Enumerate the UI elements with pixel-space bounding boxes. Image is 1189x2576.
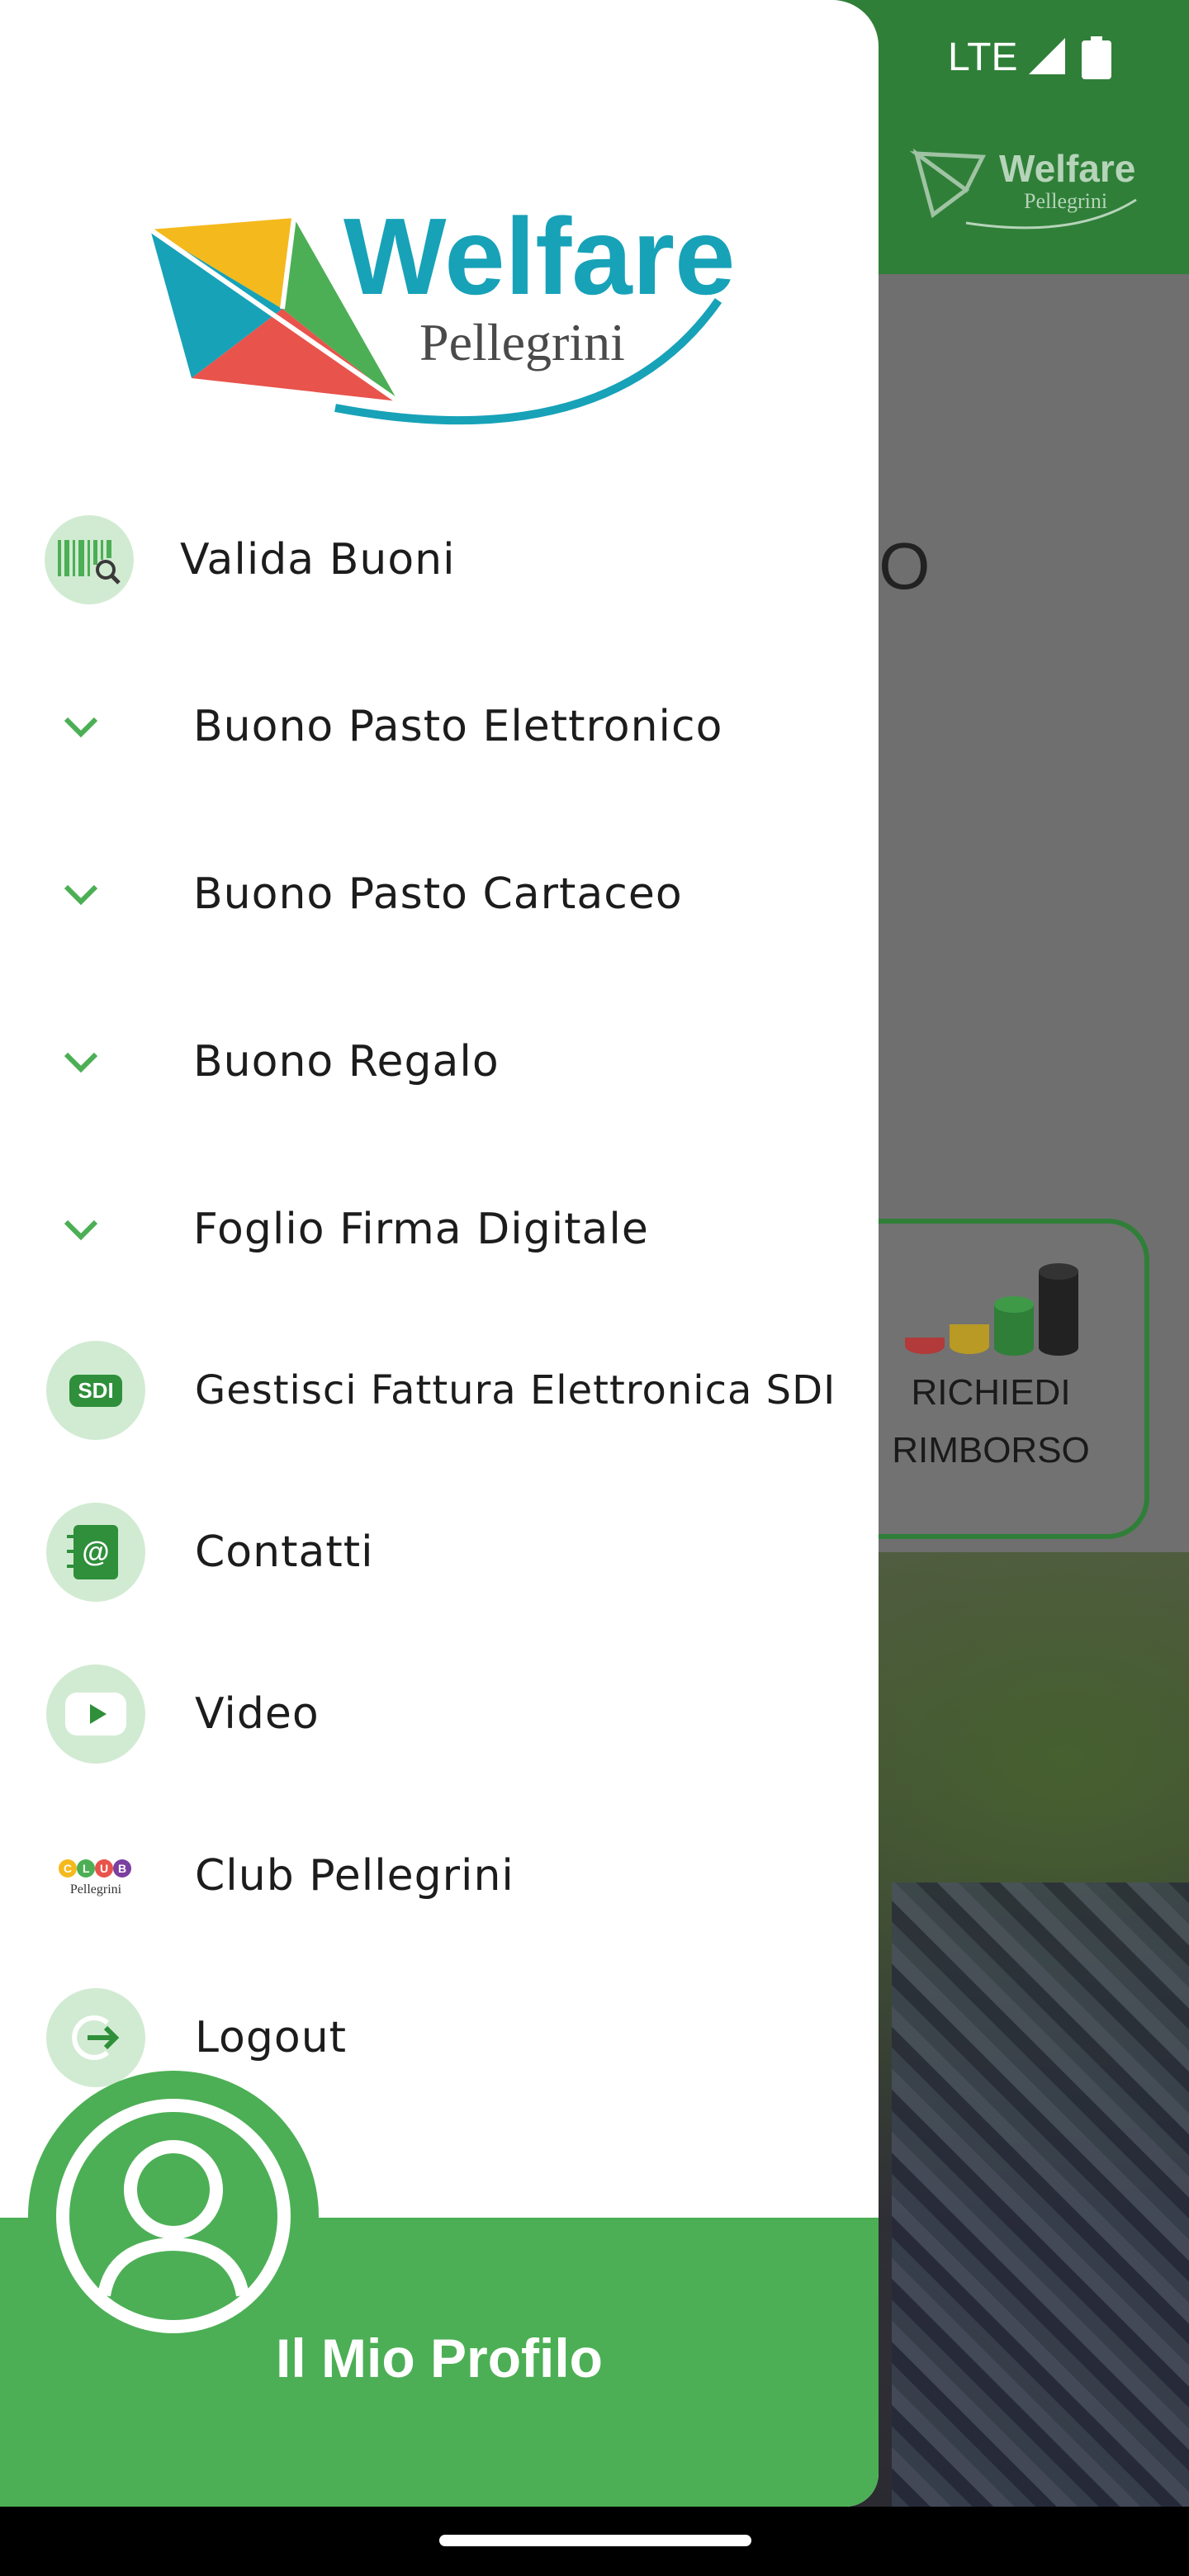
- menu-item-buono-pasto-cartaceo[interactable]: Buono Pasto Cartaceo: [0, 820, 879, 968]
- sdi-icon-text: SDI: [69, 1374, 122, 1407]
- menu-label: Valida Buoni: [180, 535, 456, 585]
- logo-subtitle: Pellegrini: [419, 313, 625, 372]
- sdi-icon: SDI: [46, 1341, 145, 1440]
- menu-item-club-pellegrini[interactable]: CLUB Pellegrini Club Pellegrini: [0, 1802, 879, 1950]
- menu-item-video[interactable]: Video: [0, 1640, 879, 1788]
- club-logo-text: Pellegrini: [69, 1882, 122, 1896]
- chevron-down-icon: [58, 871, 104, 917]
- menu-label: Buono Pasto Cartaceo: [193, 869, 683, 919]
- barcode-search-icon: [45, 515, 134, 604]
- coins-icon: [905, 1263, 1078, 1356]
- navigation-drawer: Welfare Pellegrini Valida Buoni Buono Pa…: [0, 0, 879, 2507]
- chevron-down-icon: [58, 1206, 104, 1252]
- chevron-down-icon: [58, 703, 104, 750]
- profile-label[interactable]: Il Mio Profilo: [0, 2327, 879, 2389]
- contact-book-icon: @: [46, 1503, 145, 1602]
- network-type: LTE: [948, 36, 1018, 79]
- menu-item-valida-buoni[interactable]: Valida Buoni: [0, 485, 879, 634]
- welfare-pellegrini-logo: Welfare Pellegrini: [149, 201, 735, 425]
- menu-label: Buono Pasto Elettronico: [193, 702, 723, 751]
- background-logo: Welfare Pellegrini: [909, 147, 1137, 230]
- menu-item-foglio-firma-digitale[interactable]: Foglio Firma Digitale: [0, 1155, 879, 1304]
- menu-label: Video: [195, 1689, 320, 1739]
- menu-item-buono-pasto-elettronico[interactable]: Buono Pasto Elettronico: [0, 652, 879, 801]
- logout-icon: [46, 1988, 145, 2087]
- menu-item-gestisci-fattura-sdi[interactable]: SDI Gestisci Fattura Elettronica SDI: [0, 1316, 879, 1465]
- chevron-down-icon: [58, 1039, 104, 1085]
- menu-label: Buono Regalo: [193, 1037, 500, 1087]
- battery-icon: [1082, 36, 1111, 79]
- card-label-line2: RIMBORSO: [892, 1430, 1090, 1470]
- background-logo-subtitle: Pellegrini: [1024, 189, 1107, 213]
- club-pellegrini-logo: CLUB Pellegrini: [46, 1826, 145, 1925]
- menu-item-contatti[interactable]: @ Contatti: [0, 1478, 879, 1627]
- menu-label: Club Pellegrini: [195, 1851, 514, 1901]
- menu-label: Logout: [195, 2013, 348, 2062]
- at-symbol: @: [82, 1536, 110, 1568]
- home-gesture-handle[interactable]: [439, 2535, 751, 2546]
- card-label-line1: RICHIEDI: [911, 1372, 1071, 1413]
- signal-icon: [1029, 38, 1065, 74]
- menu-label: Gestisci Fattura Elettronica SDI: [195, 1367, 836, 1413]
- logo-title: Welfare: [343, 201, 735, 317]
- user-avatar-icon[interactable]: [54, 2097, 292, 2335]
- menu-label: Contatti: [195, 1527, 374, 1577]
- menu-label: Foglio Firma Digitale: [193, 1205, 649, 1254]
- menu-item-buono-regalo[interactable]: Buono Regalo: [0, 987, 879, 1136]
- background-logo-title: Welfare: [999, 147, 1135, 190]
- play-icon: [46, 1664, 145, 1764]
